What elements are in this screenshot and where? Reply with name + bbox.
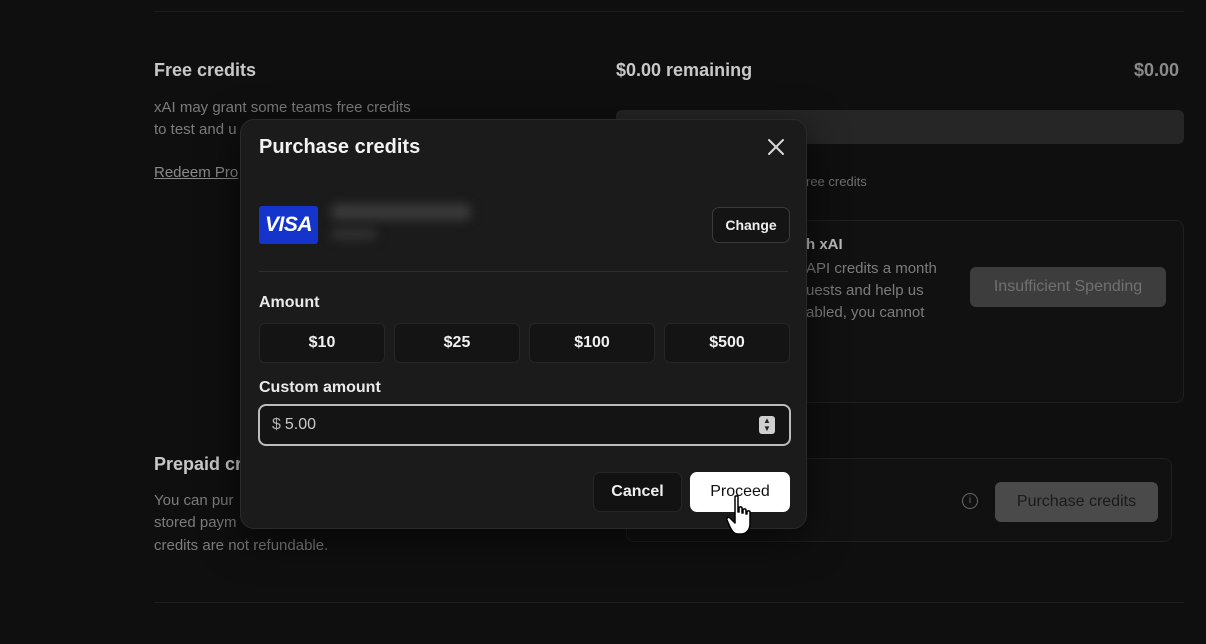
program-title: h xAI [806, 236, 843, 253]
program-line1: API credits a month [806, 260, 937, 277]
amount-option-25[interactable]: $25 [394, 323, 520, 363]
custom-amount-input[interactable]: $ 5.00 ▲ ▼ [258, 404, 791, 446]
amount-label: Amount [259, 294, 320, 311]
prepaid-title: Prepaid cr [154, 454, 243, 474]
purchase-credits-modal: Purchase credits VISA Change Amount $10 … [240, 119, 807, 529]
amount-option-100[interactable]: $100 [529, 323, 655, 363]
cancel-button[interactable]: Cancel [593, 472, 682, 512]
program-line3: abled, you cannot [806, 304, 925, 321]
free-credits-desc-line1: xAI may grant some teams free credits [154, 99, 411, 116]
proceed-button[interactable]: Proceed [690, 472, 790, 512]
prepaid-line2: stored paym [154, 514, 237, 531]
number-stepper-icon[interactable]: ▲ ▼ [759, 416, 775, 434]
remaining-amount: $0.00 [1134, 60, 1180, 80]
prepaid-line3: credits are not refundable. [154, 537, 329, 554]
modal-title: Purchase credits [259, 136, 421, 158]
free-credits-desc-line2: to test and u [154, 121, 237, 138]
visa-card-logo: VISA [259, 206, 318, 244]
amount-option-500[interactable]: $500 [664, 323, 790, 363]
card-number-redacted [331, 204, 471, 220]
free-credits-title: Free credits [154, 60, 257, 80]
purchase-credits-button[interactable]: Purchase credits [995, 482, 1158, 522]
close-icon[interactable] [764, 138, 788, 162]
prepaid-line1: You can pur [154, 492, 234, 509]
remaining-label: $0.00 remaining [616, 60, 753, 80]
change-card-button[interactable]: Change [712, 207, 790, 243]
free-credits-note: ree credits [806, 174, 867, 189]
program-line2: uests and help us [806, 282, 924, 299]
insufficient-spending-button[interactable]: Insufficient Spending [970, 267, 1166, 307]
currency-symbol: $ [272, 416, 281, 433]
custom-amount-value: 5.00 [284, 416, 317, 433]
redeem-promo-link[interactable]: Redeem Pro [154, 164, 238, 181]
custom-amount-label: Custom amount [259, 379, 381, 396]
info-icon[interactable]: i [962, 493, 978, 509]
divider-bottom [154, 602, 1184, 603]
amount-options: $10 $25 $100 $500 [259, 323, 790, 363]
divider-top [154, 11, 1184, 12]
modal-divider [259, 271, 788, 272]
amount-option-10[interactable]: $10 [259, 323, 385, 363]
card-expiry-redacted [331, 228, 377, 240]
